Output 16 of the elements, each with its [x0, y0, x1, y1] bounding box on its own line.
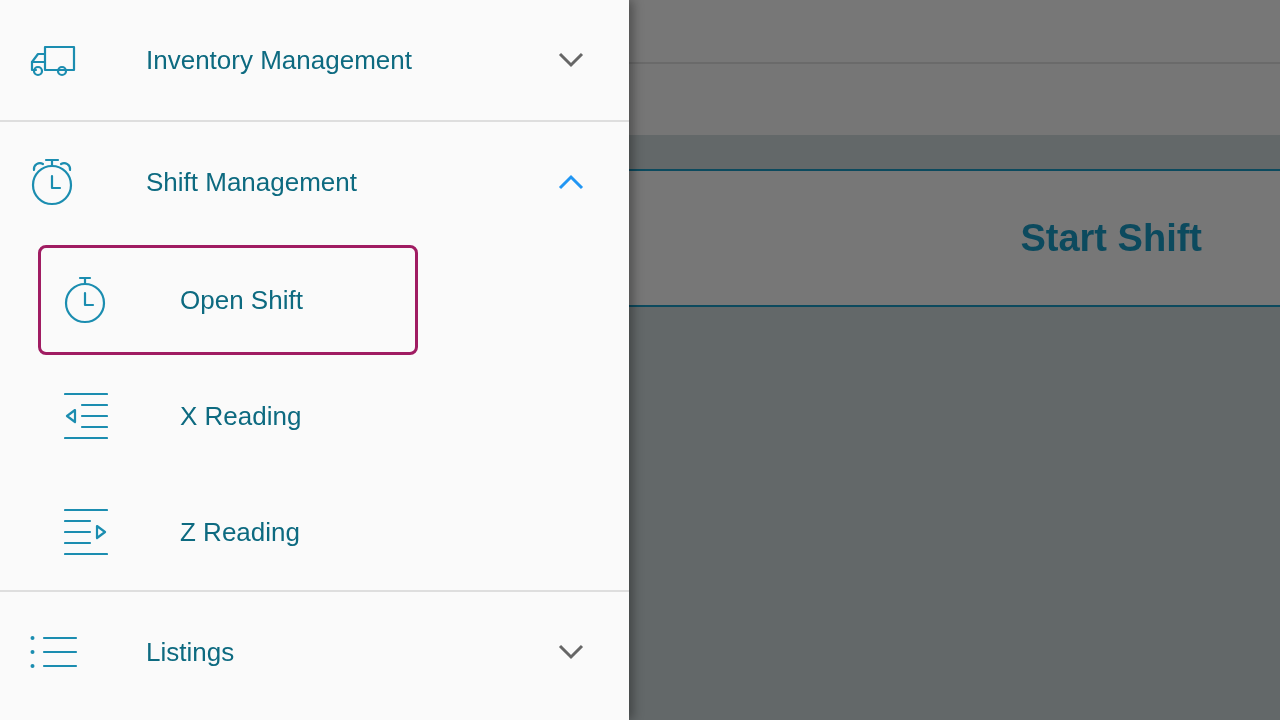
indent-right-icon	[64, 508, 108, 556]
menu-group-label[interactable]: Shift Management	[146, 166, 557, 198]
stopwatch-icon	[64, 276, 106, 324]
list-icon	[30, 635, 78, 669]
chevron-down-icon[interactable]	[557, 51, 585, 69]
menu-item[interactable]: Open Shift	[38, 245, 418, 355]
alarm-clock-icon	[30, 158, 74, 206]
indent-left-icon	[64, 392, 108, 440]
page-title: Start Shift	[1020, 216, 1202, 260]
menu-group-label[interactable]: Listings	[146, 636, 557, 668]
menu-group-label[interactable]: Inventory Management	[146, 44, 557, 76]
menu-item[interactable]: Z Reading	[38, 477, 418, 587]
chevron-up-icon[interactable]	[557, 173, 585, 191]
truck-icon	[30, 43, 76, 77]
chevron-down-icon[interactable]	[557, 643, 585, 661]
menu-item[interactable]: X Reading	[38, 361, 418, 471]
